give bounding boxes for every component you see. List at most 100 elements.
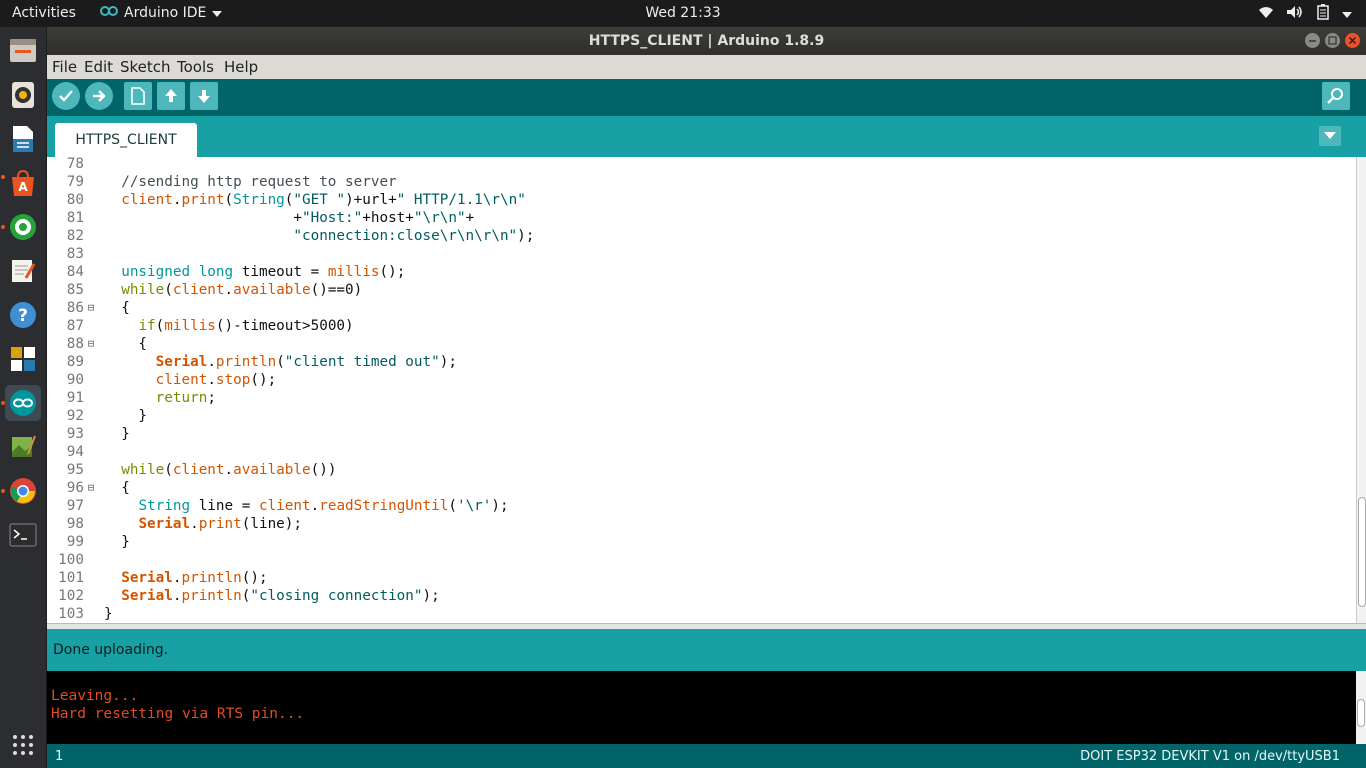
system-tray[interactable] — [1258, 4, 1352, 24]
text-editor-icon[interactable] — [5, 253, 41, 289]
code-line[interactable]: 86 ⊟ { — [47, 299, 1347, 317]
code-text: Serial.println(); — [121, 570, 268, 586]
fold-toggle-icon[interactable]: ⊟ — [84, 299, 98, 317]
code-line[interactable]: 82 "connection:close\r\n\r\n"); — [47, 227, 1347, 245]
chevron-down-icon — [212, 5, 223, 21]
code-line[interactable]: 100 — [47, 551, 1347, 569]
code-text: return; — [155, 390, 216, 406]
app-menu-label: Arduino IDE — [124, 5, 207, 21]
editor-scroll-thumb[interactable] — [1358, 497, 1366, 607]
menu-file[interactable]: File — [52, 58, 77, 76]
editor-scrollbar[interactable] — [1356, 157, 1366, 623]
new-sketch-button[interactable] — [124, 82, 152, 110]
line-number: 95 — [66, 462, 84, 478]
code-text: if(millis()-timeout>5000) — [138, 318, 354, 334]
code-text: } — [104, 606, 113, 622]
ubuntu-software-icon[interactable]: A — [5, 165, 41, 201]
verify-button[interactable] — [52, 82, 80, 110]
libreoffice-writer-icon[interactable] — [5, 121, 41, 157]
window-title: HTTPS_CLIENT | Arduino 1.8.9 — [588, 33, 825, 49]
line-number: 103 — [58, 606, 84, 622]
chrome-icon[interactable] — [5, 473, 41, 509]
window-titlebar[interactable]: HTTPS_CLIENT | Arduino 1.8.9 — [47, 27, 1366, 55]
rhythmbox-icon[interactable] — [5, 77, 41, 113]
line-number: 88 — [66, 336, 84, 352]
console-output[interactable]: Leaving... Hard resetting via RTS pin... — [47, 671, 1356, 744]
code-line[interactable]: 103} — [47, 605, 1347, 623]
line-number: 91 — [66, 390, 84, 406]
code-line[interactable]: 89 Serial.println("client timed out"); — [47, 353, 1347, 371]
code-text: client.stop(); — [155, 372, 277, 388]
svg-text:A: A — [18, 180, 28, 194]
code-text: +"Host:"+host+"\r\n"+ — [104, 210, 475, 226]
code-text: } — [104, 534, 130, 550]
code-line[interactable]: 79 //sending http request to server — [47, 173, 1347, 191]
code-line[interactable]: 84 unsigned long timeout = millis(); — [47, 263, 1347, 281]
whatsapp-icon[interactable] — [5, 209, 41, 245]
upload-button[interactable] — [85, 82, 113, 110]
code-line[interactable]: 90 client.stop(); — [47, 371, 1347, 389]
code-line[interactable]: 83 — [47, 245, 1347, 263]
code-line[interactable]: 78 — [47, 157, 1347, 173]
activities-button[interactable]: Activities — [12, 5, 76, 21]
maximize-button[interactable] — [1325, 33, 1340, 48]
arduino-small-icon — [100, 5, 118, 21]
app-grid-launcher-icon[interactable] — [5, 341, 41, 377]
code-text: client.print(String("GET ")+url+" HTTP/1… — [121, 192, 526, 208]
wifi-icon[interactable] — [1258, 5, 1274, 23]
line-number: 89 — [66, 354, 84, 370]
help-icon[interactable]: ? — [5, 297, 41, 333]
code-line[interactable]: 80 client.print(String("GET ")+url+" HTT… — [47, 191, 1347, 209]
code-line[interactable]: 81 +"Host:"+host+"\r\n"+ — [47, 209, 1347, 227]
arduino-window: HTTPS_CLIENT | Arduino 1.8.9 File Edit S… — [47, 27, 1366, 768]
code-line[interactable]: 101 Serial.println(); — [47, 569, 1347, 587]
close-button[interactable] — [1345, 33, 1360, 48]
save-button[interactable] — [190, 82, 218, 110]
code-line[interactable]: 102 Serial.println("closing connection")… — [47, 587, 1347, 605]
menu-edit[interactable]: Edit — [84, 58, 113, 76]
tab-menu-button[interactable] — [1319, 126, 1341, 146]
code-editor[interactable]: 78 79 //sending http request to server 80 … — [47, 157, 1356, 623]
line-number: 87 — [66, 318, 84, 334]
system-menu-arrow-icon[interactable] — [1342, 6, 1352, 22]
code-line[interactable]: 92 } — [47, 407, 1347, 425]
code-line[interactable]: 99 } — [47, 533, 1347, 551]
code-line[interactable]: 95 while(client.available()) — [47, 461, 1347, 479]
show-applications-icon[interactable] — [5, 727, 41, 763]
code-line[interactable]: 85 while(client.available()==0) — [47, 281, 1347, 299]
app-menu[interactable]: Arduino IDE — [100, 5, 223, 21]
fold-toggle-icon[interactable]: ⊟ — [84, 335, 98, 353]
volume-icon[interactable] — [1286, 5, 1304, 23]
code-text: Serial.println("closing connection"); — [121, 588, 440, 604]
console-scroll-thumb[interactable] — [1357, 699, 1365, 727]
toolbar — [47, 79, 1366, 116]
image-editor-icon[interactable] — [5, 429, 41, 465]
code-line[interactable]: 96 ⊟ { — [47, 479, 1347, 497]
line-number: 83 — [66, 246, 84, 262]
code-line[interactable]: 88 ⊟ { — [47, 335, 1347, 353]
minimize-button[interactable] — [1305, 33, 1320, 48]
code-line[interactable]: 94 — [47, 443, 1347, 461]
menu-sketch[interactable]: Sketch — [120, 58, 171, 76]
terminal-icon[interactable] — [5, 517, 41, 553]
tab-strip: HTTPS_CLIENT — [47, 116, 1366, 157]
menu-help[interactable]: Help — [224, 58, 258, 76]
code-line[interactable]: 87 if(millis()-timeout>5000) — [47, 317, 1347, 335]
code-text: "connection:close\r\n\r\n"); — [293, 228, 535, 244]
line-number: 94 — [66, 444, 84, 460]
line-number: 99 — [66, 534, 84, 550]
console-scrollbar[interactable] — [1356, 671, 1366, 744]
arduino-icon[interactable] — [5, 385, 41, 421]
files-icon[interactable] — [5, 33, 41, 69]
menu-tools[interactable]: Tools — [177, 58, 214, 76]
code-line[interactable]: 91 return; — [47, 389, 1347, 407]
tab-https-client[interactable]: HTTPS_CLIENT — [55, 123, 197, 157]
battery-icon[interactable] — [1316, 4, 1330, 24]
code-line[interactable]: 98 Serial.print(line); — [47, 515, 1347, 533]
dock: A ? — [0, 27, 46, 768]
fold-toggle-icon[interactable]: ⊟ — [84, 479, 98, 497]
open-button[interactable] — [157, 82, 185, 110]
code-line[interactable]: 97 String line = client.readStringUntil(… — [47, 497, 1347, 515]
serial-monitor-button[interactable] — [1322, 82, 1350, 110]
code-line[interactable]: 93 } — [47, 425, 1347, 443]
